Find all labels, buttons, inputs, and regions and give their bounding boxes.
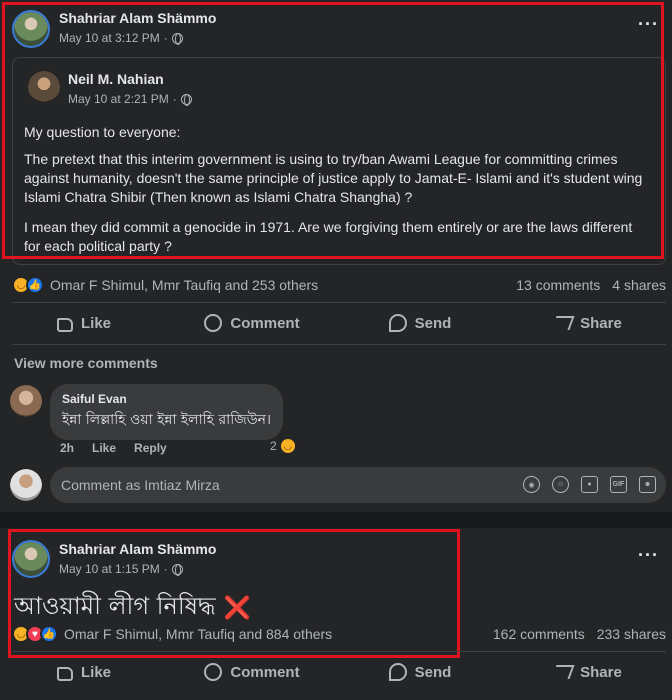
post-time[interactable]: May 10 at 3:12 PM: [59, 31, 160, 45]
comment-button[interactable]: Comment: [168, 652, 336, 692]
reactions-names: Omar F Shimul, Mmr Taufiq and 884 others: [64, 626, 333, 642]
view-more-comments[interactable]: View more comments: [14, 355, 158, 371]
cross-mark-icon: ❌: [223, 595, 251, 621]
divider: [12, 344, 666, 345]
current-user-avatar[interactable]: [10, 469, 42, 501]
comment-bubble: Saiful Evan ইন্না লিল্লাহি ওয়া ইন্না ইল…: [50, 384, 284, 440]
compose-icons: ◉ ☺ ● GIF ☻: [523, 476, 656, 493]
messenger-icon: [388, 314, 407, 332]
comment-button[interactable]: Comment: [168, 303, 336, 343]
like-button[interactable]: Like: [0, 303, 168, 343]
comment-actions: 2h Like Reply: [60, 441, 167, 455]
emoji-icon[interactable]: ☺: [552, 476, 569, 493]
like-reaction-icon: 👍: [40, 625, 58, 643]
comment-like-button[interactable]: Like: [92, 441, 116, 455]
shared-meta: May 10 at 2:21 PM ·: [68, 92, 192, 106]
globe-icon: [171, 563, 183, 576]
comment-placeholder: Comment as Imtiaz Mirza: [61, 477, 220, 493]
post-card: Shahriar Alam Shämmo May 10 at 3:12 PM ·…: [0, 0, 672, 512]
send-button[interactable]: Send: [336, 303, 504, 343]
reactions-names: Omar F Shimul, Mmr Taufiq and 253 others: [50, 277, 319, 293]
shares-count[interactable]: 233 shares: [597, 626, 666, 642]
shared-paragraph: The pretext that this interim government…: [24, 151, 643, 205]
globe-icon: [171, 32, 183, 45]
send-button[interactable]: Send: [336, 652, 504, 692]
post-meta: May 10 at 1:15 PM ·: [59, 562, 183, 576]
comment-icon: [204, 663, 223, 681]
commenter-avatar[interactable]: [10, 385, 42, 417]
shared-paragraph: My question to everyone:: [24, 124, 181, 140]
sad-reaction-icon: ◡: [278, 437, 297, 455]
post-author[interactable]: Shahriar Alam Shämmo: [59, 10, 216, 26]
post-author[interactable]: Shahriar Alam Shämmo: [59, 541, 216, 557]
comment-author[interactable]: Saiful Evan: [62, 392, 271, 406]
reactions-summary[interactable]: ◡ ♥ 👍 Omar F Shimul, Mmr Taufiq and 884 …: [12, 625, 332, 643]
comment-time[interactable]: 2h: [60, 441, 74, 455]
comment-reactions[interactable]: 2 ◡: [270, 437, 297, 455]
post-body: আওয়ামী লীগ নিষিদ্ধ: [14, 592, 216, 620]
post-meta: May 10 at 3:12 PM ·: [59, 31, 183, 45]
camera-icon[interactable]: ●: [581, 476, 598, 493]
share-icon: [551, 665, 575, 679]
share-icon: [551, 316, 575, 330]
post-actions: Like Comment Send Share: [0, 303, 672, 343]
post-actions: Like Comment Send Share: [0, 652, 672, 692]
post-stats: 13 comments 4 shares: [516, 277, 666, 293]
avatar-sticker-icon[interactable]: ☻: [639, 476, 656, 493]
thumbs-up-icon: [56, 317, 73, 332]
author-avatar[interactable]: [12, 540, 50, 578]
share-button[interactable]: Share: [504, 652, 672, 692]
gif-icon[interactable]: GIF: [610, 476, 627, 493]
author-avatar[interactable]: [12, 10, 50, 48]
shared-author[interactable]: Neil M. Nahian: [68, 71, 164, 87]
post-text: আওয়ামী লীগ নিষিদ্ধ ❌: [14, 588, 251, 628]
comment-icon: [204, 314, 223, 332]
shares-count[interactable]: 4 shares: [612, 277, 666, 293]
globe-icon: [180, 93, 192, 106]
shared-time[interactable]: May 10 at 2:21 PM: [68, 92, 169, 106]
sticker-icon[interactable]: ◉: [523, 476, 540, 493]
comments-count[interactable]: 162 comments: [493, 626, 585, 642]
comments-count[interactable]: 13 comments: [516, 277, 600, 293]
thumbs-up-icon: [56, 666, 73, 681]
post-stats: 162 comments 233 shares: [493, 626, 666, 642]
share-button[interactable]: Share: [504, 303, 672, 343]
shared-author-avatar[interactable]: [28, 71, 60, 103]
more-options-icon[interactable]: ···: [638, 545, 659, 566]
like-reaction-icon: 👍: [26, 276, 44, 294]
messenger-icon: [388, 663, 407, 681]
comment-input[interactable]: Comment as Imtiaz Mirza ◉ ☺ ● GIF ☻: [50, 467, 666, 503]
more-options-icon[interactable]: ···: [638, 14, 659, 35]
post-time[interactable]: May 10 at 1:15 PM: [59, 562, 160, 576]
comment-text: ইন্না লিল্লাহি ওয়া ইন্না ইলাহি রাজিউন।: [62, 412, 272, 428]
shared-paragraph: I mean they did commit a genocide in 197…: [24, 219, 633, 254]
like-button[interactable]: Like: [0, 652, 168, 692]
reactions-summary[interactable]: ◡ 👍 Omar F Shimul, Mmr Taufiq and 253 ot…: [12, 276, 318, 294]
comment-reply-button[interactable]: Reply: [134, 441, 167, 455]
comment-reaction-count: 2: [270, 439, 277, 453]
